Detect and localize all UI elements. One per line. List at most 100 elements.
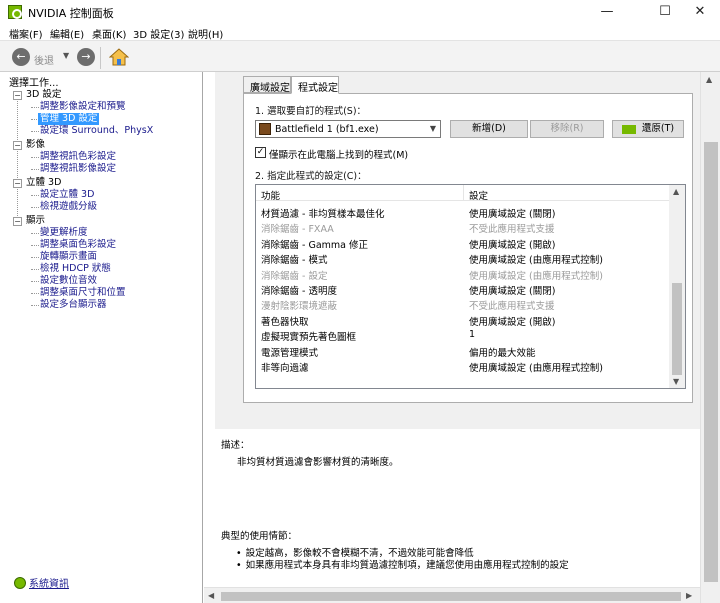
show-only-found-checkbox[interactable]: ✓ xyxy=(255,147,266,158)
tree-branch xyxy=(31,233,39,234)
nvidia-app-icon xyxy=(8,5,22,19)
scroll-up-icon[interactable]: ▲ xyxy=(706,75,712,84)
row-setting[interactable]: 使用廣域設定 (開啟) xyxy=(469,314,555,328)
row-setting[interactable]: 偏用的最大效能 xyxy=(469,345,536,359)
tree-item-video-image[interactable]: 調整視訊影像設定 xyxy=(40,163,116,175)
tree-item-set-stereo-3d[interactable]: 設定立體 3D xyxy=(40,189,94,201)
row-setting[interactable]: 使用廣域設定 (關閉) xyxy=(469,283,555,297)
remove-program-button[interactable]: 移除(R) xyxy=(530,120,604,138)
tree-branch xyxy=(31,281,39,282)
tree-category-stereo-3d[interactable]: 立體 3D xyxy=(26,177,61,189)
description-title: 描述： xyxy=(221,440,250,451)
column-header-feature[interactable]: 功能 xyxy=(261,188,280,202)
row-setting[interactable]: 使用廣域設定 (開啟) xyxy=(469,237,555,251)
scroll-right-icon[interactable]: ▶ xyxy=(686,591,692,600)
tree-branch xyxy=(31,107,39,108)
row-setting[interactable]: 使用廣域設定 (由應用程式控制) xyxy=(469,252,603,266)
minimize-button[interactable]: — xyxy=(584,0,630,24)
table-row[interactable]: 漫射陰影環境遮蔽 不受此應用程式支援 xyxy=(256,297,670,312)
tree-item-desktop-size-position[interactable]: 調整桌面尺寸和位置 xyxy=(40,287,126,299)
row-feature: 消除鋸齒 - FXAA xyxy=(261,224,334,236)
table-row[interactable]: 材質過濾 - 非均質樣本最佳化 使用廣域設定 (關閉) xyxy=(256,205,670,220)
row-feature: 著色器快取 xyxy=(261,316,309,328)
collapse-toggle-display[interactable]: − xyxy=(13,217,22,226)
table-scrollbar[interactable]: ▲ ▼ xyxy=(669,185,685,388)
usage-item-text: 如果應用程式本身具有非均質過濾控制項，建議您使用由應用程式控制的設定 xyxy=(245,560,569,571)
close-button[interactable]: ✕ xyxy=(680,0,720,24)
tree-item-game-ratings[interactable]: 檢視遊戲分級 xyxy=(40,201,97,213)
table-row[interactable]: 著色器快取 使用廣域設定 (開啟) xyxy=(256,313,670,328)
row-setting[interactable]: 使用廣域設定 (關閉) xyxy=(469,206,555,220)
bullet: • xyxy=(236,560,242,571)
row-feature: 消除鋸齒 - 模式 xyxy=(261,255,328,267)
row-setting[interactable]: 使用廣域設定 (由應用程式控制) xyxy=(469,268,603,282)
row-feature: 漫射陰影環境遮蔽 xyxy=(261,301,338,313)
table-row[interactable]: 電源管理模式 偏用的最大效能 xyxy=(256,344,670,359)
row-setting[interactable]: 使用廣域設定 (由應用程式控制) xyxy=(469,360,603,374)
tree-category-display[interactable]: 顯示 xyxy=(26,215,45,227)
tab-global-settings[interactable]: 廣域設定 xyxy=(243,76,291,94)
table-row[interactable]: 消除鋸齒 - 模式 使用廣域設定 (由應用程式控制) xyxy=(256,251,670,266)
menu-help[interactable]: 說明(H) xyxy=(188,26,223,41)
menu-file[interactable]: 檔案(F) xyxy=(9,26,43,41)
tab-program-settings[interactable]: 程式設定 xyxy=(291,76,339,94)
home-icon[interactable] xyxy=(109,47,129,67)
toolbar-separator xyxy=(100,47,101,69)
row-setting[interactable]: 1 xyxy=(469,329,475,340)
content-scroll-thumb[interactable] xyxy=(704,142,718,582)
tree-category-video[interactable]: 影像 xyxy=(26,139,45,151)
show-only-found-label[interactable]: 僅顯示在此電腦上找到的程式(M) xyxy=(269,147,408,161)
menu-3d-settings[interactable]: 3D 設定(3) xyxy=(133,26,184,41)
menu-desktop[interactable]: 桌面(K) xyxy=(92,26,126,41)
usage-item: • 如果應用程式本身具有非均質過濾控制項，建議您使用由應用程式控制的設定 xyxy=(236,557,569,571)
collapse-toggle-3d[interactable]: − xyxy=(13,91,22,100)
tree-item-change-resolution[interactable]: 變更解析度 xyxy=(40,227,88,239)
forward-button[interactable]: → xyxy=(77,48,95,66)
tree-item-manage-3d-settings[interactable]: 管理 3D 設定 xyxy=(38,113,100,125)
tree-item-hdcp-status[interactable]: 檢視 HDCP 狀態 xyxy=(40,263,111,275)
toolbar: ← 後退 ▼ → xyxy=(0,40,720,72)
add-program-button[interactable]: 新增(D) xyxy=(450,120,528,138)
content-scrollbar[interactable]: ▲ xyxy=(700,72,720,603)
restore-button[interactable]: 還原(T) xyxy=(612,120,684,138)
table-row[interactable]: 消除鋸齒 - FXAA 不受此應用程式支援 xyxy=(256,220,670,235)
tree-branch xyxy=(31,293,39,294)
table-row[interactable]: 非等向過濾 使用廣域設定 (由應用程式控制) xyxy=(256,359,670,374)
system-info-link[interactable]: 系統資訊 xyxy=(29,579,69,590)
scroll-left-icon[interactable]: ◀ xyxy=(208,591,214,600)
table-row[interactable]: 消除鋸齒 - Gamma 修正 使用廣域設定 (開啟) xyxy=(256,236,670,251)
step-2-label: 2. 指定此程式的設定(C)： xyxy=(255,171,367,182)
back-label[interactable]: 後退 xyxy=(34,52,54,67)
program-select[interactable]: Battlefield 1 (bf1.exe) ▼ xyxy=(255,120,441,138)
row-feature: 非等向過濾 xyxy=(261,363,309,374)
collapse-toggle-stereo[interactable]: − xyxy=(13,179,22,188)
collapse-toggle-video[interactable]: − xyxy=(13,141,22,150)
selected-program: Battlefield 1 (bf1.exe) xyxy=(275,124,379,135)
scroll-up-icon[interactable]: ▲ xyxy=(673,187,679,196)
row-feature: 虛擬現實預先著色圖框 xyxy=(261,332,357,344)
tree-item-multiple-displays[interactable]: 設定多台顯示器 xyxy=(40,299,107,311)
tree-item-digital-audio[interactable]: 設定數位音效 xyxy=(40,275,97,287)
tree-item-rotate-display[interactable]: 旋轉顯示畫面 xyxy=(40,251,97,263)
tree-item-video-color[interactable]: 調整視訊色彩設定 xyxy=(40,151,116,163)
back-history-dropdown[interactable]: ▼ xyxy=(63,51,69,60)
menu-edit[interactable]: 編輯(E) xyxy=(50,26,84,41)
description-text: 非均質材質過濾會影響材質的清晰度。 xyxy=(237,457,399,468)
table-row[interactable]: 消除鋸齒 - 透明度 使用廣域設定 (關閉) xyxy=(256,282,670,297)
back-button[interactable]: ← xyxy=(12,48,30,66)
row-setting[interactable]: 不受此應用程式支援 xyxy=(469,298,555,312)
table-scroll-thumb[interactable] xyxy=(672,283,682,375)
table-row[interactable]: 虛擬現實預先著色圖框 1 xyxy=(256,328,670,343)
tree-category-3d-settings[interactable]: 3D 設定 xyxy=(26,89,61,101)
system-info[interactable]: 系統資訊 xyxy=(14,575,69,590)
tree-branch xyxy=(31,195,39,196)
tree-item-surround-physx[interactable]: 設定環 Surround、PhysX xyxy=(40,125,153,137)
tree-item-image-settings-preview[interactable]: 調整影像設定和預覽 xyxy=(40,101,126,113)
horizontal-scroll-thumb[interactable] xyxy=(221,592,681,601)
row-setting[interactable]: 不受此應用程式支援 xyxy=(469,221,555,235)
scroll-down-icon[interactable]: ▼ xyxy=(673,377,679,386)
tree-item-desktop-color[interactable]: 調整桌面色彩設定 xyxy=(40,239,116,251)
table-row[interactable]: 消除鋸齒 - 設定 使用廣域設定 (由應用程式控制) xyxy=(256,267,670,282)
column-header-setting[interactable]: 設定 xyxy=(469,188,488,202)
horizontal-scrollbar[interactable]: ◀ ▶ xyxy=(204,587,700,603)
